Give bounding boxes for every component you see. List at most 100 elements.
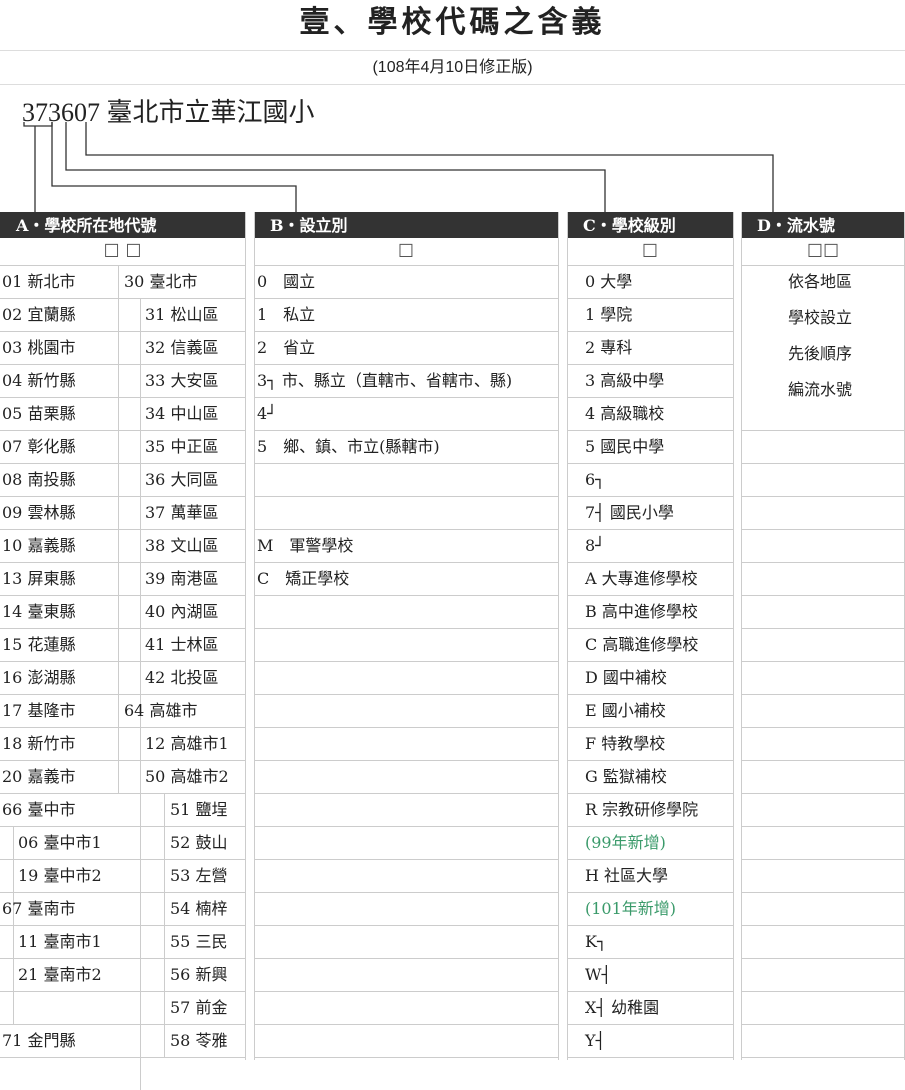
location-code-cell: 66 臺中市 xyxy=(2,800,76,819)
column-divider xyxy=(164,793,165,1057)
row-divider xyxy=(254,991,558,992)
district-code-cell: 56 新興 xyxy=(170,965,228,984)
row-divider xyxy=(741,826,905,827)
school-level-code-cell: H 社區大學 xyxy=(585,866,669,885)
row-divider xyxy=(254,397,558,398)
row-divider xyxy=(254,859,558,860)
school-level-code-cell: 1 學院 xyxy=(585,305,633,324)
location-code-cell: 11 臺南市1 xyxy=(18,932,102,951)
school-level-code-cell: G 監獄補校 xyxy=(585,767,667,786)
district-code-cell: 58 苓雅 xyxy=(170,1031,228,1050)
school-level-code-cell: K┐ xyxy=(585,932,607,951)
location-code-cell: 31 松山區 xyxy=(145,305,219,324)
district-code-cell: 53 左營 xyxy=(170,866,228,885)
row-divider xyxy=(741,1024,905,1025)
serial-number-note: 先後順序 xyxy=(788,344,853,363)
school-level-code-cell: C 高職進修學校 xyxy=(585,635,699,654)
establishment-code-cell: 4┘ xyxy=(257,404,277,423)
district-code-cell: 51 鹽埕 xyxy=(170,800,228,819)
row-divider xyxy=(741,562,905,563)
row-divider xyxy=(741,430,905,431)
school-level-code-cell: 7┤ 國民小學 xyxy=(585,503,674,522)
establishment-code-cell: 1 私立 xyxy=(257,305,316,324)
serial-number-note: 學校設立 xyxy=(788,308,853,327)
location-code-cell: 40 內湖區 xyxy=(145,602,219,621)
establishment-code-cell: 0 國立 xyxy=(257,272,316,291)
school-level-code-cell: 4 高級職校 xyxy=(585,404,665,423)
location-code-cell: 08 南投縣 xyxy=(2,470,76,489)
location-code-cell: 13 屏東縣 xyxy=(2,569,76,588)
row-divider xyxy=(741,925,905,926)
location-code-cell: 04 新竹縣 xyxy=(2,371,76,390)
school-level-code-cell: W┤ xyxy=(585,965,612,984)
row-divider xyxy=(741,661,905,662)
location-code-cell: 39 南港區 xyxy=(145,569,219,588)
location-code-cell: 50 高雄市2 xyxy=(145,767,229,786)
school-level-code-cell: R 宗教研修學院 xyxy=(585,800,699,819)
school-level-code-cell: (99年新增) xyxy=(585,833,666,852)
code-table: 01 新北市 30 臺北市 02 宜蘭縣 31 松山區 03 桃園市 32 信義區 04 新… xyxy=(0,0,905,1090)
column-divider xyxy=(741,212,742,1060)
row-divider xyxy=(741,595,905,596)
location-code-cell: 71 金門縣 xyxy=(2,1031,76,1050)
serial-number-note: 依各地區 xyxy=(788,272,853,291)
school-level-code-cell: A 大專進修學校 xyxy=(585,569,698,588)
location-code-cell: 17 基隆市 xyxy=(2,701,76,720)
row-divider xyxy=(254,892,558,893)
location-code-cell: 15 花蓮縣 xyxy=(2,635,76,654)
district-code-cell: 55 三民 xyxy=(170,932,228,951)
location-code-cell: 21 臺南市2 xyxy=(18,965,102,984)
location-code-cell: 05 苗栗縣 xyxy=(2,404,76,423)
row-divider xyxy=(254,463,558,464)
district-code-cell: 52 鼓山 xyxy=(170,833,228,852)
row-divider xyxy=(254,661,558,662)
school-level-code-cell: 0 大學 xyxy=(585,272,633,291)
row-divider xyxy=(254,628,558,629)
school-level-code-cell: B 高中進修學校 xyxy=(585,602,698,621)
establishment-code-cell: 5 鄉、鎮、市立(縣轄市) xyxy=(257,437,440,456)
row-divider xyxy=(254,694,558,695)
row-divider xyxy=(254,925,558,926)
row-divider xyxy=(567,1057,733,1058)
row-divider xyxy=(741,529,905,530)
location-code-cell: 01 新北市 xyxy=(2,272,76,291)
school-level-code-cell: 3 高級中學 xyxy=(585,371,665,390)
location-code-cell: 18 新竹市 xyxy=(2,734,76,753)
establishment-code-cell: 3┐ 市、縣立（直轄市、省轄市、縣) xyxy=(257,371,513,390)
row-divider xyxy=(254,958,558,959)
row-divider xyxy=(254,595,558,596)
location-code-cell: 34 中山區 xyxy=(145,404,219,423)
establishment-code-cell: C 矯正學校 xyxy=(257,569,350,588)
location-code-cell: 20 嘉義市 xyxy=(2,767,76,786)
column-divider xyxy=(245,212,246,1060)
column-divider xyxy=(13,826,14,1024)
location-code-cell: 16 澎湖縣 xyxy=(2,668,76,687)
row-divider xyxy=(741,628,905,629)
location-code-cell: 32 信義區 xyxy=(145,338,219,357)
location-code-cell: 19 臺中市2 xyxy=(18,866,102,885)
row-divider xyxy=(741,859,905,860)
school-level-code-cell: Y┤ xyxy=(585,1031,606,1050)
row-divider xyxy=(741,760,905,761)
serial-number-note: 編流水號 xyxy=(788,380,853,399)
column-divider xyxy=(558,212,559,1060)
location-code-cell: 41 士林區 xyxy=(145,635,219,654)
row-divider xyxy=(741,463,905,464)
row-divider xyxy=(741,793,905,794)
location-code-cell: 33 大安區 xyxy=(145,371,219,390)
column-divider xyxy=(733,212,734,1060)
location-code-cell: 67 臺南市 xyxy=(2,899,76,918)
row-divider xyxy=(254,760,558,761)
location-code-cell: 36 大同區 xyxy=(145,470,219,489)
row-divider xyxy=(741,694,905,695)
location-code-cell: 06 臺中市1 xyxy=(18,833,102,852)
location-code-cell: 30 臺北市 xyxy=(124,272,198,291)
row-divider xyxy=(741,727,905,728)
row-divider xyxy=(741,496,905,497)
row-divider xyxy=(741,991,905,992)
location-code-cell: 64 高雄市 xyxy=(124,701,198,720)
location-code-cell: 03 桃園市 xyxy=(2,338,76,357)
row-divider xyxy=(741,958,905,959)
location-code-cell: 14 臺東縣 xyxy=(2,602,76,621)
row-divider xyxy=(0,1057,245,1058)
